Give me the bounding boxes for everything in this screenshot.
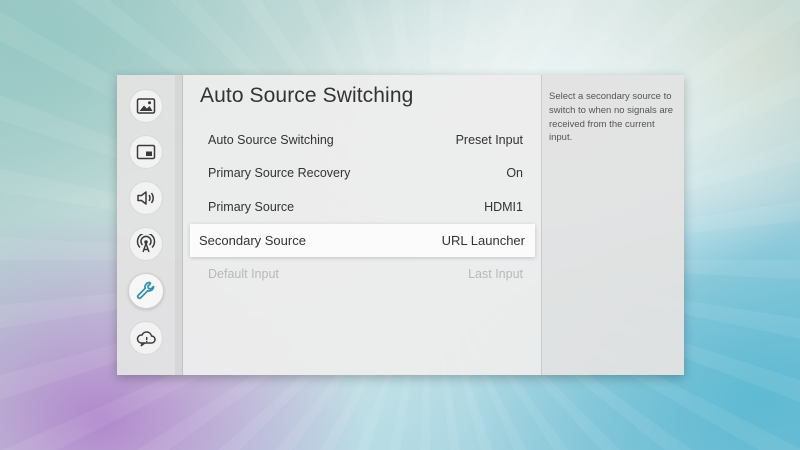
tv-screen: Auto Source Switching Auto Source Switch… [0,0,800,450]
sidebar-item-support[interactable] [129,321,163,355]
sidebar-item-picture[interactable] [129,89,163,123]
picture-icon [136,97,156,115]
sidebar-divider [175,75,183,375]
menu-item-label: Primary Source [208,199,295,214]
cloud-support-icon [135,329,157,347]
menu-item-label: Default Input [208,266,279,281]
broadcast-icon [136,234,156,254]
menu-item-label: Auto Source Switching [208,132,334,147]
sidebar-item-broadcasting[interactable] [129,227,163,261]
menu-item-primary-source-recovery[interactable]: Primary Source Recovery On [183,157,541,191]
menu-item-auto-source-switching[interactable]: Auto Source Switching Preset Input [183,123,541,157]
sidebar-item-screen[interactable] [129,135,163,169]
menu-item-label: Secondary Source [199,232,306,248]
menu-item-value: Preset Input [455,132,523,147]
page-title: Auto Source Switching [200,84,414,107]
wrench-icon [134,279,158,303]
screen-layout-icon [136,143,156,161]
menu-item-value: On [506,166,523,181]
help-description-panel: Select a secondary source to switch to w… [541,75,684,375]
menu-item-value: HDMI1 [484,199,523,214]
menu-list: Auto Source Switching Preset Input Prima… [183,123,541,291]
sidebar-item-sound[interactable] [129,181,163,215]
menu-item-primary-source[interactable]: Primary Source HDMI1 [183,190,541,224]
settings-menu: Auto Source Switching Auto Source Switch… [183,75,541,375]
menu-item-value: Last Input [468,266,523,281]
menu-item-secondary-source[interactable]: Secondary Source URL Launcher [190,223,535,257]
category-sidebar [117,75,175,375]
sidebar-item-system[interactable] [128,273,164,309]
settings-panel: Auto Source Switching Auto Source Switch… [117,75,684,375]
menu-item-default-input: Default Input Last Input [183,257,541,291]
help-text: Select a secondary source to switch to w… [549,91,674,144]
menu-item-label: Primary Source Recovery [208,166,351,181]
sound-icon [135,189,157,207]
menu-item-value: URL Launcher [441,232,525,248]
